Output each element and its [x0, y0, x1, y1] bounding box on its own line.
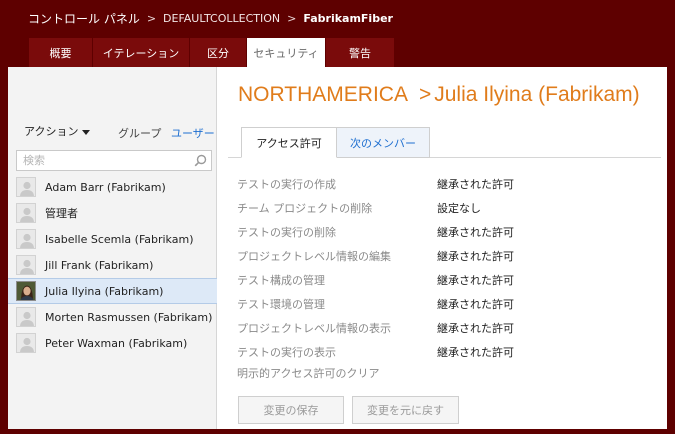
permission-row: テスト構成の管理 継承された許可: [237, 272, 657, 296]
permission-value[interactable]: 継承された許可: [437, 272, 514, 288]
placeholder-avatar-icon: [16, 333, 36, 353]
breadcrumb-project: FabrikamFiber: [303, 12, 393, 25]
member-item-julia-ilyina[interactable]: Julia Ilyina (Fabrikam): [8, 278, 217, 304]
user-photo-avatar: [16, 281, 36, 301]
permission-name: プロジェクトレベル情報の表示: [237, 322, 391, 335]
placeholder-avatar-icon: [16, 255, 36, 275]
permission-name: テスト環境の管理: [237, 298, 325, 311]
permission-value[interactable]: 継承された許可: [437, 176, 514, 192]
save-changes-button[interactable]: 変更の保存: [238, 396, 344, 424]
member-item-adam-barr[interactable]: Adam Barr (Fabrikam): [8, 174, 217, 200]
member-list: Adam Barr (Fabrikam) 管理者 Isabelle Scemla…: [8, 174, 217, 356]
filter-groups-link[interactable]: グループ: [118, 125, 161, 141]
permission-value[interactable]: 継承された許可: [437, 296, 514, 312]
permission-name: テストの実行の削除: [237, 226, 336, 239]
member-name: Morten Rasmussen (Fabrikam): [45, 310, 213, 324]
permission-name: チーム プロジェクトの削除: [237, 202, 373, 215]
actions-dropdown[interactable]: アクション: [24, 123, 91, 139]
page-title: NORTHAMERICA > Julia Ilyina (Fabrikam): [238, 83, 640, 107]
member-item-jill-frank[interactable]: Jill Frank (Fabrikam): [8, 252, 217, 278]
chevron-down-icon: [82, 129, 91, 135]
permission-row: テストの実行の作成 継承された許可: [237, 176, 657, 200]
permission-value[interactable]: 継承された許可: [437, 248, 514, 264]
tab-overview[interactable]: 概要: [29, 38, 92, 67]
member-name: 管理者: [45, 207, 78, 220]
permissions-panel: NORTHAMERICA > Julia Ilyina (Fabrikam) アクセ…: [217, 67, 667, 429]
placeholder-avatar-icon: [16, 307, 36, 327]
placeholder-avatar-icon: [16, 203, 36, 223]
member-item-morten-rasmussen[interactable]: Morten Rasmussen (Fabrikam): [8, 304, 217, 330]
tab-label: 区分: [207, 46, 229, 60]
admin-tab-bar: 概要 イテレーション 区分 セキュリティ 警告: [0, 38, 675, 67]
tab-label: アクセス許可: [256, 136, 322, 150]
tab-iterations[interactable]: イテレーション: [93, 38, 189, 67]
permissions-table: テストの実行の作成 継承された許可 チーム プロジェクトの削除 設定なし テストの実…: [237, 176, 657, 368]
permission-row: プロジェクトレベル情報の編集 継承された許可: [237, 248, 657, 272]
search-box: [16, 150, 212, 171]
tab-label: イテレーション: [102, 46, 180, 60]
tab-permissions[interactable]: アクセス許可: [241, 127, 337, 158]
breadcrumb-control-panel[interactable]: コントロール パネル: [28, 10, 140, 27]
permission-name: テストの実行の作成: [237, 178, 336, 191]
tab-label: 概要: [49, 46, 72, 60]
tab-label: セキュリティ: [253, 46, 319, 60]
clear-explicit-permissions-link[interactable]: 明示的アクセス許可のクリア: [237, 365, 379, 381]
filter-users-link[interactable]: ユーザー: [171, 125, 215, 141]
placeholder-avatar-icon: [16, 177, 36, 197]
permission-name: プロジェクトレベル情報の編集: [237, 250, 391, 263]
breadcrumb: コントロール パネル > DEFAULTCOLLECTION > Fabrika…: [28, 10, 393, 27]
permission-row: テスト環境の管理 継承された許可: [237, 296, 657, 320]
top-bar: コントロール パネル > DEFAULTCOLLECTION > Fabrika…: [0, 0, 675, 38]
tab-alerts[interactable]: 警告: [326, 38, 394, 67]
search-input[interactable]: [17, 151, 191, 170]
member-name: Adam Barr (Fabrikam): [45, 180, 166, 194]
member-item-isabelle-scemla[interactable]: Isabelle Scemla (Fabrikam): [8, 226, 217, 252]
tab-label: 次のメンバー: [350, 136, 416, 150]
tab-areas[interactable]: 区分: [190, 38, 246, 67]
permission-row: チーム プロジェクトの削除 設定なし: [237, 200, 657, 224]
member-name: Jill Frank (Fabrikam): [45, 258, 154, 272]
title-user: Julia Ilyina (Fabrikam): [434, 83, 640, 106]
title-scope: NORTHAMERICA: [238, 83, 408, 106]
member-item-peter-waxman[interactable]: Peter Waxman (Fabrikam): [8, 330, 217, 356]
permission-value[interactable]: 継承された許可: [437, 320, 514, 336]
member-name: Isabelle Scemla (Fabrikam): [45, 232, 194, 246]
tab-label: 警告: [349, 46, 371, 60]
undo-changes-button[interactable]: 変更を元に戻す: [352, 396, 459, 424]
permission-value[interactable]: 設定なし: [437, 200, 481, 216]
permission-row: テストの実行の削除 継承された許可: [237, 224, 657, 248]
search-icon[interactable]: [190, 151, 211, 170]
permission-row: プロジェクトレベル情報の表示 継承された許可: [237, 320, 657, 344]
placeholder-avatar-icon: [16, 229, 36, 249]
member-name: Julia Ilyina (Fabrikam): [45, 284, 164, 298]
permission-name: テスト構成の管理: [237, 274, 325, 287]
title-separator: >: [418, 83, 432, 106]
members-panel: アクション グループ ユーザー Adam Barr (Fabrikam) 管理者…: [8, 67, 217, 429]
tab-member-of[interactable]: 次のメンバー: [337, 127, 430, 158]
permission-value[interactable]: 継承された許可: [437, 344, 514, 360]
breadcrumb-separator: >: [287, 12, 297, 25]
detail-tabs: アクセス許可 次のメンバー: [228, 127, 661, 158]
breadcrumb-collection[interactable]: DEFAULTCOLLECTION: [163, 12, 280, 25]
filter-row: アクション グループ ユーザー: [8, 123, 217, 141]
permission-value[interactable]: 継承された許可: [437, 224, 514, 240]
actions-label: アクション: [24, 125, 79, 138]
member-item-administrators[interactable]: 管理者: [8, 200, 217, 226]
permission-name: テストの実行の表示: [237, 346, 336, 359]
member-name: Peter Waxman (Fabrikam): [45, 336, 188, 350]
tab-security[interactable]: セキュリティ: [247, 38, 325, 67]
breadcrumb-separator: >: [146, 12, 157, 25]
